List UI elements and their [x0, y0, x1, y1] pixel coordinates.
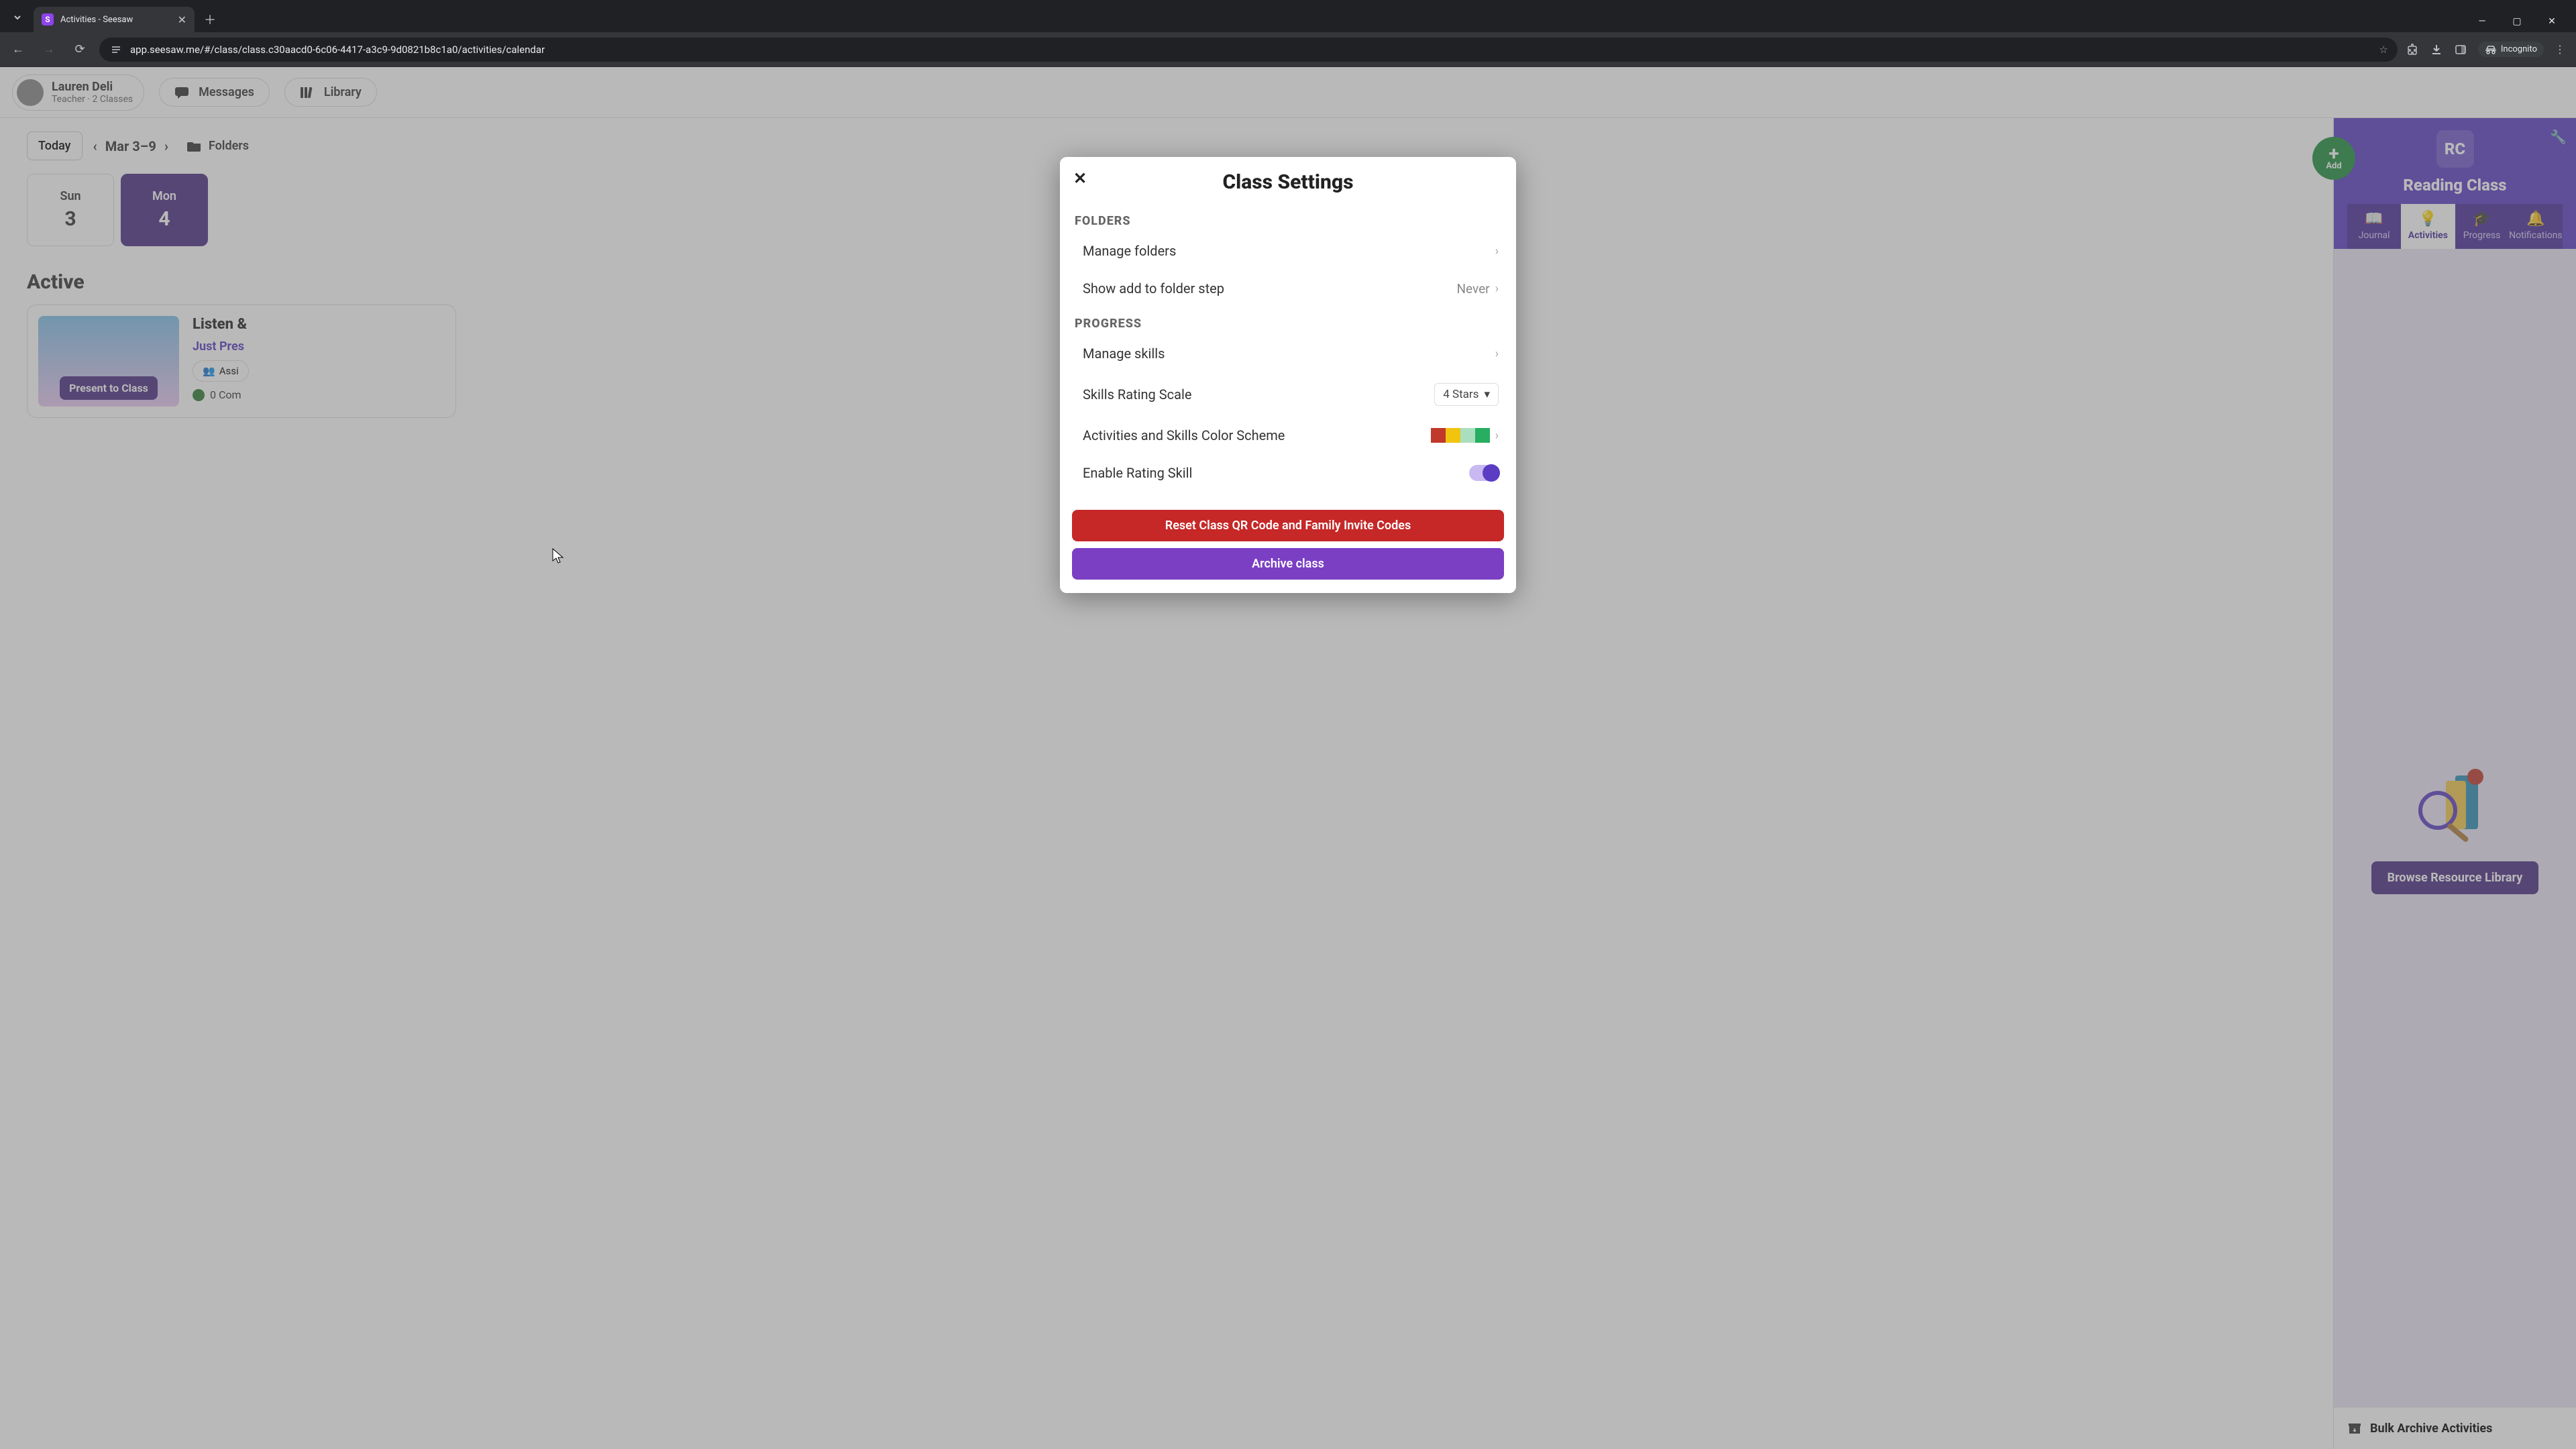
- address-bar[interactable]: app.seesaw.me/#/class/class.c30aacd0-6c0…: [99, 38, 2398, 62]
- show-add-folder-row[interactable]: Show add to folder step Never ›: [1073, 270, 1503, 307]
- rating-scale-label: Skills Rating Scale: [1083, 386, 1191, 402]
- reset-codes-button[interactable]: Reset Class QR Code and Family Invite Co…: [1072, 510, 1504, 541]
- tab-search-button[interactable]: [5, 5, 30, 30]
- minimize-button[interactable]: —: [2473, 16, 2491, 27]
- maximize-button[interactable]: ▢: [2508, 16, 2526, 27]
- rating-scale-value: 4 Stars: [1443, 388, 1479, 401]
- window-controls: — ▢ ✕: [2473, 16, 2571, 32]
- color-swatch-red: [1431, 428, 1446, 443]
- side-panel-icon[interactable]: [2454, 43, 2467, 56]
- class-settings-modal: ✕ Class Settings FOLDERS Manage folders …: [1060, 157, 1516, 593]
- color-swatches: [1431, 428, 1490, 443]
- rating-scale-row: Skills Rating Scale 4 Stars ▾: [1073, 372, 1503, 417]
- enable-rating-label: Enable Rating Skill: [1083, 465, 1192, 481]
- downloads-icon[interactable]: [2430, 43, 2443, 56]
- color-swatch-lightgreen: [1460, 428, 1475, 443]
- manage-folders-row[interactable]: Manage folders ›: [1073, 232, 1503, 270]
- new-tab-button[interactable]: ＋: [200, 9, 220, 30]
- browser-toolbar: ← → ⟳ app.seesaw.me/#/class/class.c30aac…: [0, 32, 2576, 67]
- chevron-right-icon: ›: [1495, 429, 1499, 443]
- chevron-right-icon: ›: [1495, 347, 1499, 361]
- color-swatch-yellow: [1446, 428, 1460, 443]
- manage-skills-row[interactable]: Manage skills ›: [1073, 335, 1503, 372]
- chevron-right-icon: ›: [1495, 244, 1499, 258]
- incognito-label: Incognito: [2501, 44, 2537, 54]
- show-add-folder-label: Show add to folder step: [1083, 280, 1224, 297]
- close-modal-button[interactable]: ✕: [1073, 169, 1087, 188]
- color-scheme-row[interactable]: Activities and Skills Color Scheme ›: [1073, 417, 1503, 454]
- color-scheme-label: Activities and Skills Color Scheme: [1083, 427, 1285, 443]
- color-swatch-green: [1475, 428, 1490, 443]
- manage-folders-label: Manage folders: [1083, 243, 1176, 259]
- tab-title: Activities - Seesaw: [60, 15, 171, 25]
- site-info-icon[interactable]: [109, 42, 123, 57]
- incognito-icon: [2485, 45, 2497, 54]
- close-window-button[interactable]: ✕: [2542, 16, 2561, 27]
- reload-button[interactable]: ⟳: [68, 38, 91, 61]
- seesaw-favicon: S: [42, 13, 54, 25]
- browser-menu-button[interactable]: ⋮: [2555, 43, 2565, 56]
- caret-down-icon: ▾: [1484, 388, 1490, 401]
- progress-section-header: PROGRESS: [1075, 317, 1503, 331]
- modal-scroll-area[interactable]: FOLDERS Manage folders › Show add to fol…: [1060, 201, 1516, 503]
- folders-section-header: FOLDERS: [1075, 214, 1503, 228]
- incognito-chip[interactable]: Incognito: [2478, 42, 2544, 57]
- close-tab-button[interactable]: ✕: [178, 13, 186, 26]
- extensions-icon[interactable]: [2406, 43, 2419, 56]
- chevron-right-icon: ›: [1495, 282, 1499, 296]
- rating-scale-dropdown[interactable]: 4 Stars ▾: [1434, 383, 1499, 406]
- bookmark-star-icon[interactable]: ☆: [2379, 44, 2387, 56]
- browser-tab-strip: S Activities - Seesaw ✕ ＋ — ▢ ✕: [0, 0, 2576, 32]
- show-add-folder-value: Never: [1456, 281, 1489, 297]
- back-button[interactable]: ←: [7, 38, 30, 61]
- forward-button[interactable]: →: [38, 38, 60, 61]
- enable-rating-row: Enable Rating Skill: [1073, 454, 1503, 492]
- enable-rating-toggle[interactable]: [1469, 465, 1499, 481]
- browser-tab[interactable]: S Activities - Seesaw ✕: [34, 7, 195, 32]
- manage-skills-label: Manage skills: [1083, 345, 1165, 362]
- archive-class-button[interactable]: Archive class: [1072, 548, 1504, 580]
- modal-title: Class Settings: [1076, 170, 1500, 194]
- url-text: app.seesaw.me/#/class/class.c30aacd0-6c0…: [130, 44, 2372, 56]
- toggle-knob: [1483, 464, 1500, 482]
